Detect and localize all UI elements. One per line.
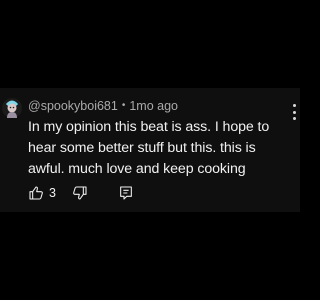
comment-actions: 3: [28, 184, 138, 202]
comment-card: @spookyboi681 • 1mo ago In my opinion th…: [0, 88, 300, 212]
comment-meta: @spookyboi681 • 1mo ago: [28, 98, 290, 114]
reply-comment-icon: [120, 186, 132, 200]
comment-body: @spookyboi681 • 1mo ago In my opinion th…: [28, 98, 290, 180]
comment-timestamp[interactable]: 1mo ago: [129, 98, 178, 114]
avatar[interactable]: [2, 98, 22, 118]
more-options-button[interactable]: [292, 104, 296, 120]
like-button[interactable]: 3: [28, 185, 72, 201]
comment-text: In my opinion this beat is ass. I hope t…: [28, 119, 270, 177]
meta-separator: •: [121, 100, 126, 111]
thumbs-up-icon: [29, 186, 43, 200]
reply-button[interactable]: [118, 185, 138, 201]
dislike-button[interactable]: [72, 185, 118, 201]
thumbs-down-icon: [73, 186, 87, 200]
avatar-icon: [2, 98, 22, 118]
more-vertical-icon: [292, 104, 296, 107]
author-name[interactable]: @spookyboi681: [28, 98, 118, 114]
like-count: 3: [49, 186, 56, 200]
